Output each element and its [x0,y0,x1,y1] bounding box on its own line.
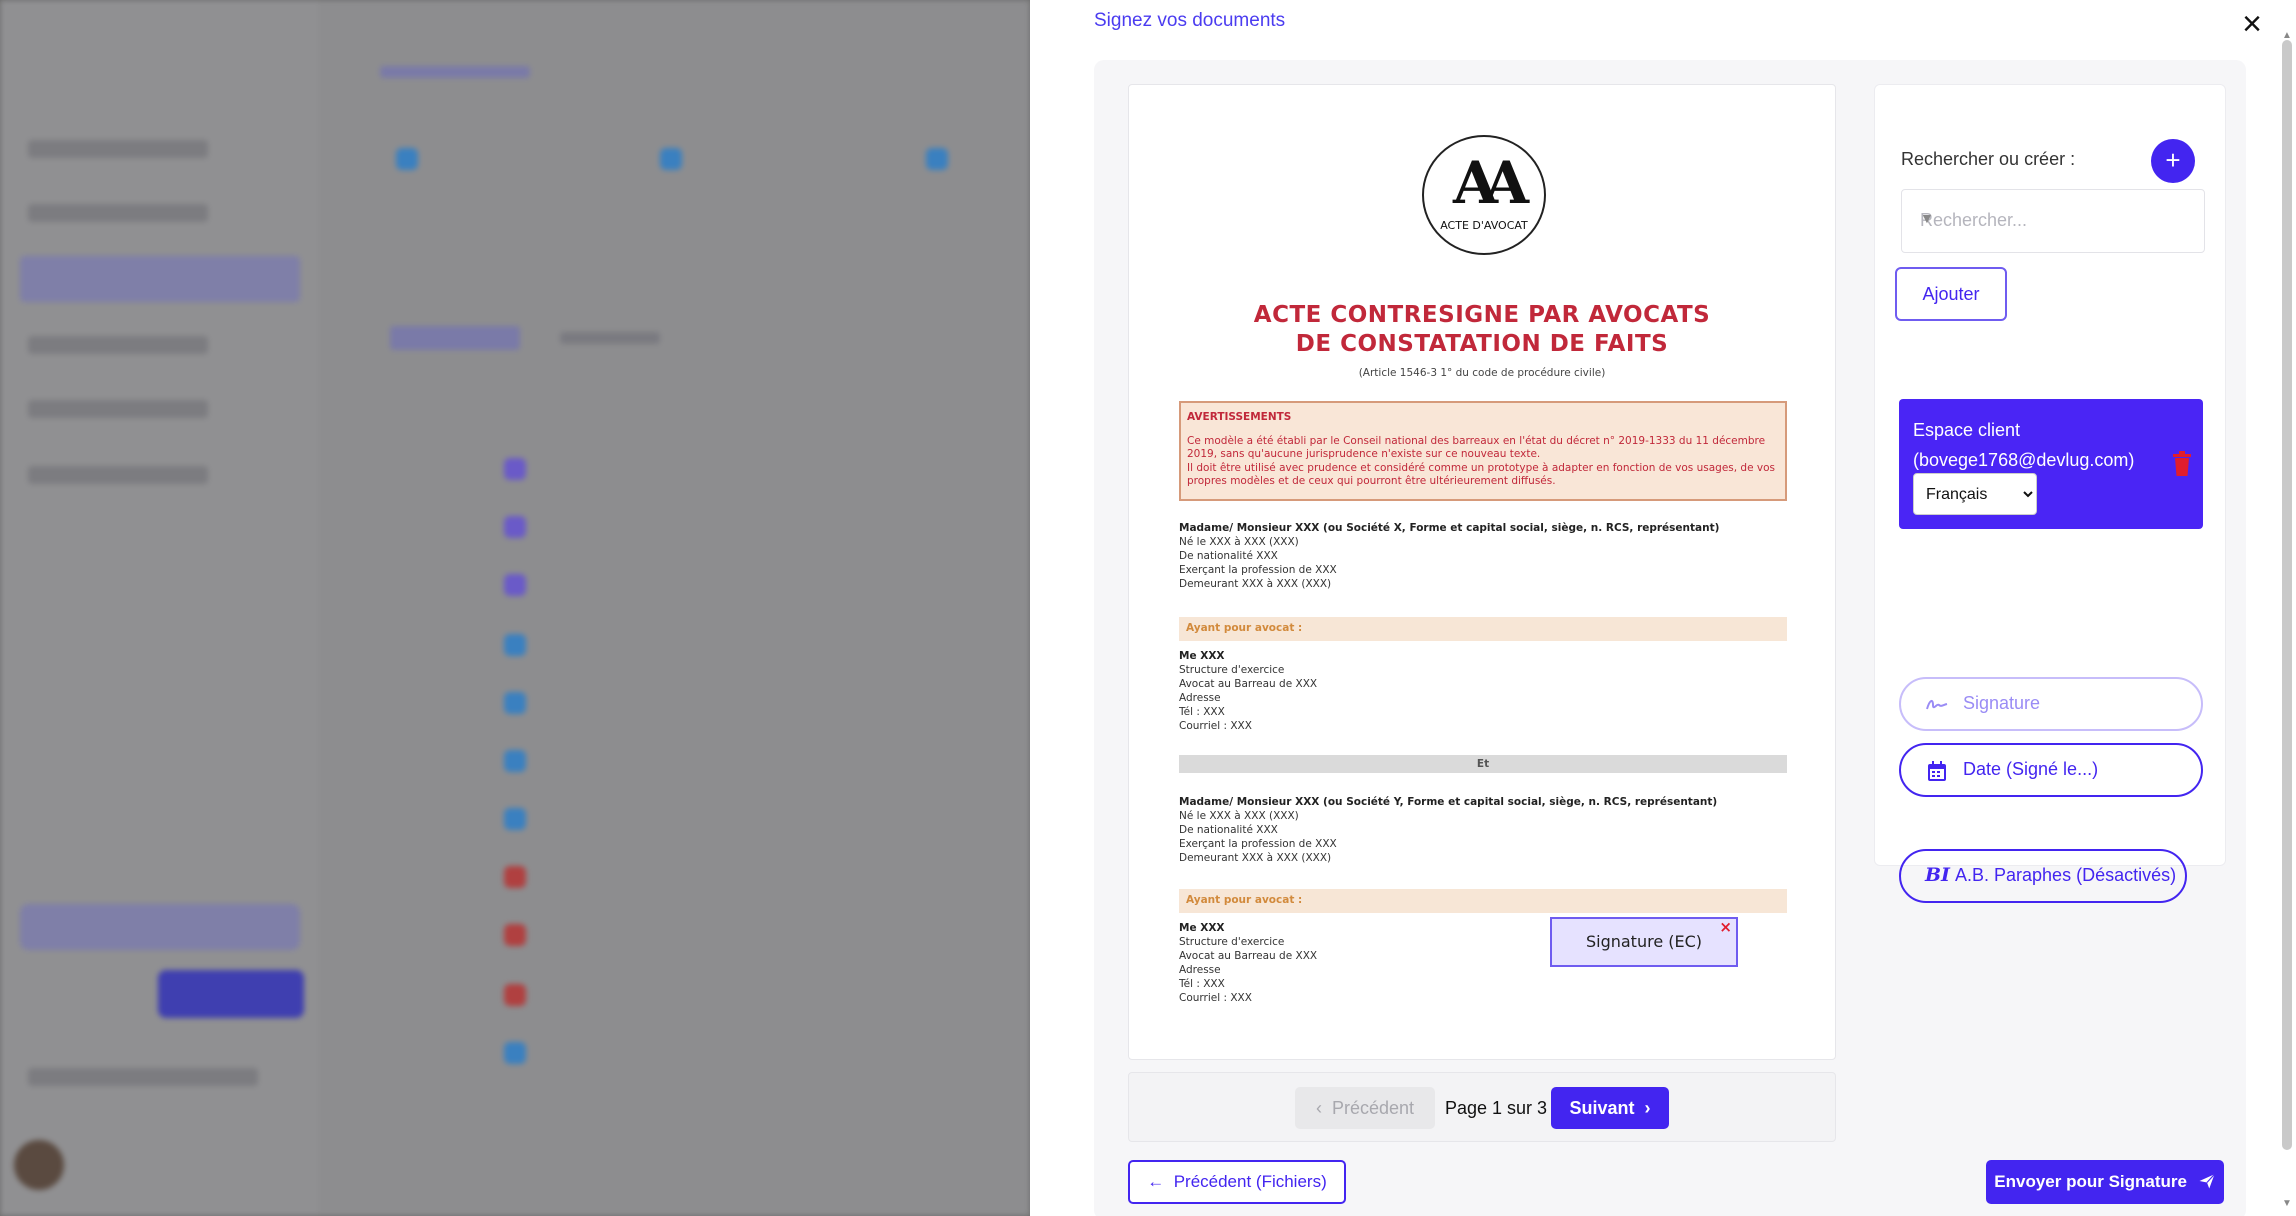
background-icon [504,516,526,538]
party-header: Madame/ Monsieur XXX (ou Société Y, Form… [1179,796,1718,808]
document-title: ACTE CONTRESIGNE PAR AVOCATS DE CONSTATA… [1253,302,1711,357]
signature-scribble-icon [1926,699,1948,710]
signature-field-label: Signature (EC) [1585,932,1703,951]
page-indicator: Page 1 sur 3 [1445,1098,1548,1118]
add-button[interactable]: Ajouter [1895,267,2007,321]
background-icon [504,808,526,830]
background-icon [504,866,526,888]
background-text [560,332,660,344]
party-2-block: Madame/ Monsieur XXX (ou Société Y, Form… [1179,795,1787,865]
paper-plane-icon [2199,1173,2215,1189]
signature-panel: Signez vos documents × ▲ ▼ AA ACTE D'AVO… [1030,0,2296,1216]
chevron-right-icon: › [1634,1098,1651,1118]
background-icon [504,1042,526,1064]
background-text [390,326,520,350]
party-1-block: Madame/ Monsieur XXX (ou Société X, Form… [1179,521,1787,591]
search-label: Rechercher ou créer : [1901,149,2076,169]
next-page-button[interactable]: Suivant › [1551,1087,1669,1129]
background-icon [504,984,526,1006]
warning-box: AVERTISSEMENTS Ce modèle a été établi pa… [1179,401,1787,501]
logo-caption: ACTE D'AVOCAT [1440,219,1528,232]
lawyer-1-block: Me XXX Structure d'exercice Avocat au Ba… [1179,650,1318,732]
background-nav-item [28,1068,258,1086]
separator-band: Et [1179,755,1787,773]
previous-page-button[interactable]: ‹ Précédent [1295,1087,1435,1129]
background-app [0,0,1030,1216]
scroll-down-arrow[interactable]: ▼ [2280,1198,2294,1212]
panel-title: Signez vos documents [1094,10,1286,31]
date-field-button[interactable]: Date (Signé le...) [1899,743,2203,797]
scrollbar-thumb[interactable] [2282,40,2292,1150]
background-nav-item [28,400,208,418]
background-icon [504,574,526,596]
signers-sidebar: Rechercher ou créer : + Rechercher... ▼ … [1874,84,2226,903]
language-select[interactable]: Français [1913,473,2037,515]
background-icon [504,458,526,480]
lawyer-band: Ayant pour avocat : [1179,889,1787,913]
signature-field-placed[interactable]: Signature (EC) × [1550,917,1738,967]
background-nav-item [28,466,208,484]
send-for-signature-button[interactable]: Envoyer pour Signature [1986,1160,2224,1204]
trash-icon[interactable] [2171,451,2193,477]
background-icon [396,148,418,170]
background-icon [504,634,526,656]
signing-workspace: AA ACTE D'AVOCAT ACTE CONTRESIGNE PAR AV… [1094,60,2246,1216]
warning-text: Ce modèle a été établi par le Conseil na… [1187,434,1766,461]
background-nav-item [20,256,300,302]
background-icon [926,148,948,170]
chevron-left-icon: ‹ [1315,1098,1332,1118]
close-button[interactable]: × [2232,4,2272,44]
background-icon [504,692,526,714]
initials-icon: BI [1925,864,1950,886]
party-header: Madame/ Monsieur XXX (ou Société X, Form… [1179,522,1720,534]
background-block [158,970,304,1018]
chevron-down-icon: ▼ [1920,210,1934,226]
add-signer-icon-button[interactable]: + [2151,139,2195,183]
pagination-bar: ‹ Précédent Page 1 sur 3 Suivant › [1128,1072,1836,1142]
signer-search-select[interactable]: Rechercher... ▼ [1901,189,2205,253]
lawyer-band: Ayant pour avocat : [1179,617,1787,641]
remove-field-icon[interactable]: × [1719,917,1732,937]
background-nav-item [28,140,208,158]
warning-title: AVERTISSEMENTS [1187,411,1292,423]
background-logo [30,22,230,62]
calendar-icon [1928,761,1946,781]
warning-text: Il doit être utilisé avec prudence et co… [1187,461,1776,488]
background-avatar [14,1140,64,1190]
background-sidebar [0,0,318,1216]
background-text [380,66,530,78]
paraph-field-button[interactable]: BI A.B. Paraphes (Désactivés) [1899,849,2187,903]
signature-field-button[interactable]: Signature [1899,677,2203,731]
document-subtitle: (Article 1546-3 1° du code de procédure … [1358,367,1606,379]
back-to-files-button[interactable]: ← Précédent (Fichiers) [1128,1160,1346,1204]
background-icon [504,924,526,946]
arrow-left-icon: ← [1147,1172,1174,1191]
background-icon [504,750,526,772]
background-block [20,904,300,950]
background-nav-item [28,204,208,222]
document-preview: AA ACTE D'AVOCAT ACTE CONTRESIGNE PAR AV… [1128,84,1836,1060]
signer-name: Espace client (bovege1768@devlug.com) [1913,420,2135,470]
background-icon [660,148,682,170]
background-nav-item [28,336,208,354]
acte-avocat-logo: AA ACTE D'AVOCAT [1422,135,1546,255]
signer-card[interactable]: Espace client (bovege1768@devlug.com) Fr… [1899,399,2203,529]
